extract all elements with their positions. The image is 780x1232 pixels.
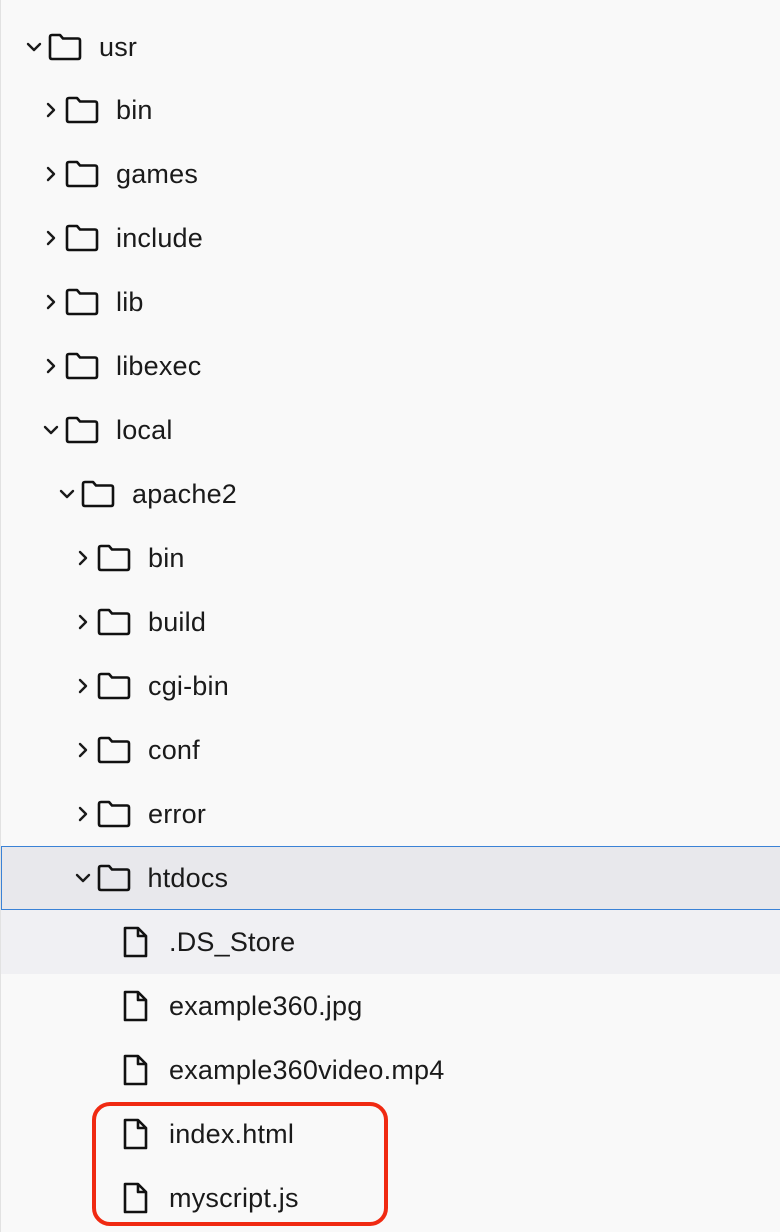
chevron-right-icon[interactable] (74, 805, 92, 823)
folder-icon (96, 604, 132, 640)
tree-item-index-html[interactable]: index.html (1, 1102, 780, 1166)
folder-icon (96, 732, 132, 768)
tree-item-bin[interactable]: bin (1, 78, 780, 142)
chevron-right-icon[interactable] (74, 613, 92, 631)
tree-item-label: htdocs (147, 862, 229, 893)
tree-item-example360-jpg[interactable]: example360.jpg (1, 974, 780, 1038)
folder-icon (96, 668, 132, 704)
folder-icon (80, 476, 116, 512)
chevron-right-icon[interactable] (42, 101, 60, 119)
chevron-right-icon[interactable] (74, 549, 92, 567)
tree-item-cgi-bin[interactable]: cgi-bin (1, 654, 780, 718)
tree-item-include[interactable]: include (1, 206, 780, 270)
tree-item-label: bin (116, 94, 153, 125)
folder-icon (47, 29, 83, 65)
chevron-right-icon[interactable] (42, 229, 60, 247)
tree-item-label: lib (116, 286, 144, 317)
file-icon (117, 924, 153, 960)
file-tree: usr bin games include lib libexec local (0, 0, 780, 1232)
tree-item-apache2[interactable]: apache2 (1, 462, 780, 526)
file-icon (117, 988, 153, 1024)
chevron-down-icon[interactable] (58, 485, 76, 503)
folder-icon (96, 796, 132, 832)
chevron-right-icon[interactable] (42, 357, 60, 375)
tree-item-label: example360.jpg (169, 990, 363, 1021)
chevron-right-icon[interactable] (42, 165, 60, 183)
tree-item-error[interactable]: error (1, 782, 780, 846)
tree-item-label: build (148, 606, 207, 637)
tree-item-libexec[interactable]: libexec (1, 334, 780, 398)
tree-item-htdocs[interactable]: htdocs (1, 846, 780, 910)
tree-item-usr[interactable]: usr (1, 15, 780, 79)
tree-item-label: error (148, 798, 207, 829)
folder-icon (64, 92, 100, 128)
tree-item-label: apache2 (132, 478, 237, 509)
tree-item-lib[interactable]: lib (1, 270, 780, 334)
tree-item-label: conf (148, 734, 200, 765)
tree-item-conf[interactable]: conf (1, 718, 780, 782)
folder-icon (96, 540, 132, 576)
file-icon (117, 1052, 153, 1088)
tree-item-ds-store[interactable]: .DS_Store (1, 910, 780, 974)
tree-item-label: bin (148, 542, 185, 573)
tree-item-label: cgi-bin (148, 670, 229, 701)
chevron-down-icon[interactable] (42, 421, 60, 439)
tree-item-label: include (116, 222, 203, 253)
chevron-down-icon[interactable] (74, 869, 92, 887)
tree-item-label: index.html (169, 1118, 295, 1149)
tree-item-apache2-bin[interactable]: bin (1, 526, 780, 590)
tree-item-label: .DS_Store (169, 926, 296, 957)
chevron-right-icon[interactable] (74, 741, 92, 759)
folder-icon (64, 348, 100, 384)
tree-item-label: usr (99, 31, 138, 62)
chevron-right-icon[interactable] (42, 293, 60, 311)
tree-item-games[interactable]: games (1, 142, 780, 206)
tree-item-label: local (116, 414, 173, 445)
tree-item-label: games (116, 158, 199, 189)
folder-icon (64, 412, 100, 448)
folder-icon (96, 860, 132, 896)
chevron-down-icon[interactable] (25, 38, 43, 56)
folder-icon (64, 156, 100, 192)
folder-icon (64, 284, 100, 320)
tree-item-local[interactable]: local (1, 398, 780, 462)
chevron-right-icon[interactable] (74, 677, 92, 695)
tree-item-myscript-js[interactable]: myscript.js (1, 1166, 780, 1230)
tree-item-build[interactable]: build (1, 590, 780, 654)
file-icon (117, 1180, 153, 1216)
tree-item-label: example360video.mp4 (169, 1054, 445, 1085)
tree-item-example360video-mp4[interactable]: example360video.mp4 (1, 1038, 780, 1102)
tree-item-label: myscript.js (169, 1182, 299, 1213)
folder-icon (64, 220, 100, 256)
tree-item-label: libexec (116, 350, 202, 381)
file-icon (117, 1116, 153, 1152)
